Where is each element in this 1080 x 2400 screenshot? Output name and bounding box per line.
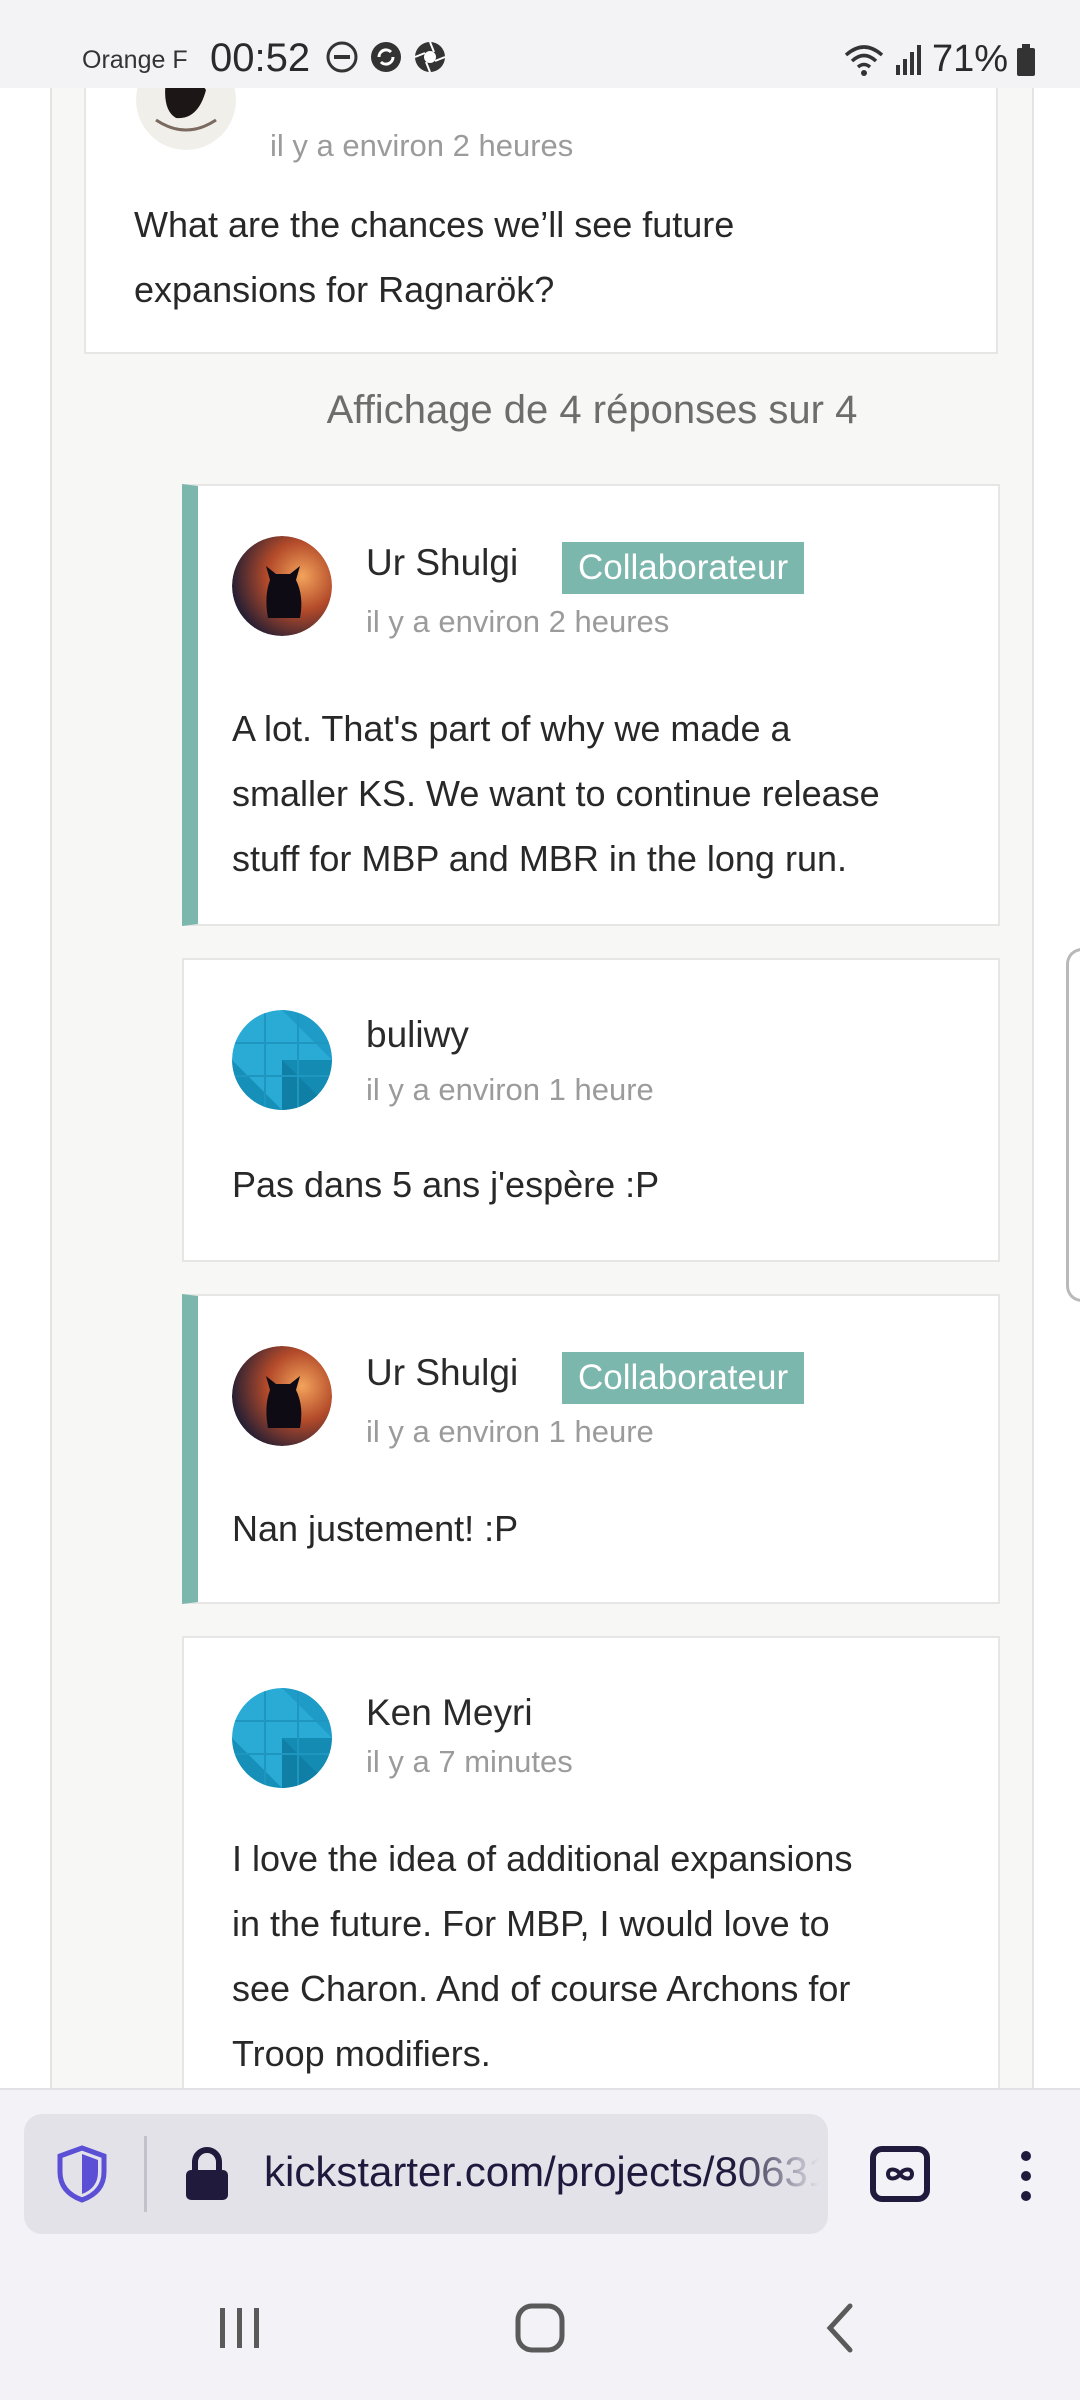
aperture-icon <box>414 41 446 73</box>
recents-icon[interactable] <box>210 2298 270 2358</box>
reply-body: Pas dans 5 ans j'espère :P <box>232 1164 660 1205</box>
carrier-name: Orange F <box>82 46 188 74</box>
scroll-handle[interactable] <box>1066 948 1080 1302</box>
avatar[interactable] <box>232 1688 332 1788</box>
signal-icon <box>895 44 921 75</box>
wifi-icon <box>844 44 884 76</box>
collaborator-badge: Collaborateur <box>562 1352 805 1404</box>
reply-body: Nan justement! :P <box>232 1508 519 1549</box>
back-icon[interactable] <box>812 2298 872 2358</box>
status-time: 00:52 <box>210 36 311 80</box>
shield-icon[interactable] <box>56 2144 108 2204</box>
reply-card: Ur Shulgi Collaborateur il y a environ 2… <box>182 484 1000 926</box>
status-bar: Orange F 00:52 71% <box>0 0 1080 88</box>
reply-time: il y a 7 minutes <box>366 1744 573 1779</box>
reply-card: Ur Shulgi Collaborateur il y a environ 1… <box>182 1294 1000 1604</box>
dnd-icon <box>326 41 358 73</box>
address-bar[interactable]: kickstarter.com/projects/806317 <box>24 2114 828 2234</box>
comment-time: il y a environ 2 heures <box>270 128 574 163</box>
home-icon[interactable] <box>510 2298 570 2358</box>
reply-time: il y a environ 2 heures <box>366 604 670 639</box>
reply-body: I love the idea of additional expansions… <box>232 1838 853 2074</box>
comment-card: il y a environ 2 heures What are the cha… <box>84 88 998 354</box>
system-nav-bar <box>0 2258 1080 2400</box>
collaborator-badge: Collaborateur <box>562 542 805 594</box>
sync-icon <box>371 42 401 72</box>
avatar[interactable] <box>232 536 332 636</box>
author-name[interactable]: Ur Shulgi <box>366 542 518 584</box>
divider <box>144 2136 147 2212</box>
mask-icon[interactable] <box>870 2146 930 2202</box>
reply-body: A lot. That's part of why we made a smal… <box>232 708 880 879</box>
avatar[interactable] <box>232 1346 332 1446</box>
author-name[interactable]: Ken Meyri <box>366 1692 533 1734</box>
url-text[interactable]: kickstarter.com/projects/806317 <box>264 2148 819 2196</box>
infinity-glyph <box>886 2167 914 2181</box>
lock-icon[interactable] <box>182 2144 232 2202</box>
avatar[interactable] <box>232 1010 332 1110</box>
avatar[interactable] <box>136 88 236 150</box>
reply-card: buliwy il y a environ 1 heure Pas dans 5… <box>182 958 1000 1262</box>
author-name[interactable]: buliwy <box>366 1014 469 1056</box>
more-vert-icon[interactable] <box>1010 2148 1042 2204</box>
replies-count: Affichage de 4 réponses sur 4 <box>326 388 858 432</box>
reply-time: il y a environ 1 heure <box>366 1414 654 1449</box>
author-name[interactable]: Ur Shulgi <box>366 1352 518 1394</box>
battery-percent: 71% <box>931 38 1008 80</box>
battery-icon <box>1017 43 1035 76</box>
reply-card: Ken Meyri il y a 7 minutes I love the id… <box>182 1636 1000 2088</box>
comment-body: What are the chances we’ll see future ex… <box>134 204 735 310</box>
comments-page: il y a environ 2 heures What are the cha… <box>50 88 1034 2088</box>
browser-toolbar: kickstarter.com/projects/806317 <box>0 2088 1080 2260</box>
reply-time: il y a environ 1 heure <box>366 1072 654 1107</box>
